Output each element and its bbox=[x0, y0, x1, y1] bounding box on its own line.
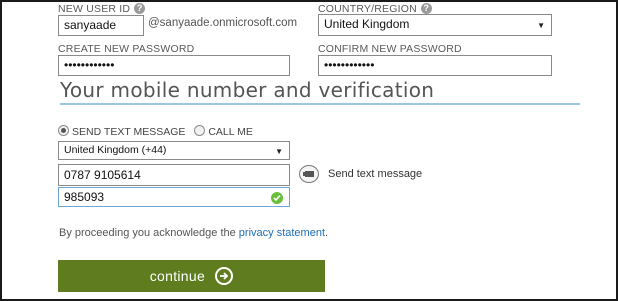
domain-suffix: @sanyaade.onmicrosoft.com bbox=[148, 17, 298, 29]
phone-number-input[interactable]: 0787 9105614 bbox=[58, 164, 290, 186]
verification-code-input[interactable]: 985093 bbox=[58, 187, 290, 207]
checkmark-icon bbox=[271, 192, 283, 204]
country-select-value: United Kingdom bbox=[324, 17, 410, 31]
help-icon[interactable]: ? bbox=[134, 3, 146, 14]
signup-form: NEW USER ID? sanyaade @sanyaade.onmicros… bbox=[0, 0, 618, 301]
radio-call-me[interactable]: CALL ME bbox=[194, 125, 253, 138]
confirm-password-input[interactable]: •••••••••••• bbox=[318, 55, 552, 76]
user-id-input[interactable]: sanyaade bbox=[58, 15, 144, 36]
continue-label: continue bbox=[149, 268, 206, 284]
send-text-icon[interactable] bbox=[299, 165, 319, 183]
privacy-statement-link[interactable]: privacy statement bbox=[239, 227, 325, 239]
arrow-right-icon bbox=[215, 267, 234, 285]
radio-send-text[interactable]: SEND TEXT MESSAGE bbox=[58, 125, 188, 138]
send-text-message-link[interactable]: Send text message bbox=[328, 168, 422, 180]
radio-unselected-icon[interactable] bbox=[194, 125, 206, 136]
country-code-value: United Kingdom (+44) bbox=[64, 144, 167, 156]
radio-selected-icon[interactable] bbox=[58, 125, 69, 136]
verification-code-value: 985093 bbox=[64, 190, 105, 204]
new-user-id-label: NEW USER ID? bbox=[58, 3, 146, 15]
country-select[interactable]: United Kingdom ▼ bbox=[318, 14, 552, 36]
chevron-down-icon: ▼ bbox=[275, 147, 283, 156]
create-password-label: CREATE NEW PASSWORD bbox=[58, 43, 195, 55]
section-title: Your mobile number and verification bbox=[60, 78, 435, 102]
help-icon[interactable]: ? bbox=[420, 3, 432, 14]
chevron-down-icon: ▼ bbox=[537, 21, 545, 30]
verification-method-options: SEND TEXT MESSAGE CALL ME bbox=[58, 125, 253, 138]
privacy-consent-text: By proceeding you acknowledge the privac… bbox=[59, 227, 329, 239]
create-password-input[interactable]: •••••••••••• bbox=[58, 55, 290, 76]
continue-button[interactable]: continue bbox=[58, 260, 325, 292]
confirm-password-label: CONFIRM NEW PASSWORD bbox=[318, 43, 462, 55]
country-code-select[interactable]: United Kingdom (+44) ▼ bbox=[58, 141, 290, 160]
section-divider bbox=[60, 103, 580, 105]
